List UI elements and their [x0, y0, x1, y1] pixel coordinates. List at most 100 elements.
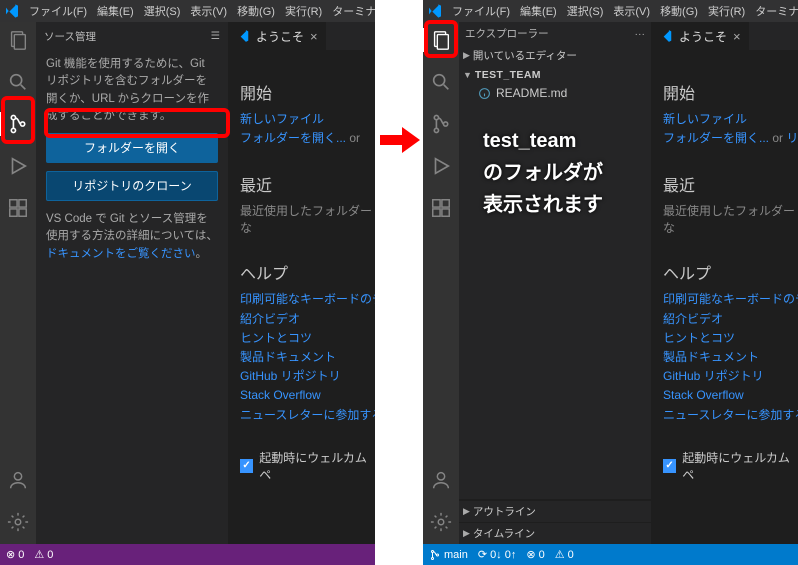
status-errors[interactable]: ⊗0: [6, 548, 24, 561]
docs-link[interactable]: ドキュメントをご覧ください: [46, 248, 196, 260]
menu-terminal[interactable]: ターミナル(T): [327, 3, 375, 19]
menu-edit[interactable]: 編集(E): [92, 3, 139, 19]
help-link[interactable]: ヒントとコツ: [663, 329, 798, 348]
close-icon[interactable]: ×: [310, 29, 318, 44]
menu-edit[interactable]: 編集(E): [515, 3, 562, 19]
left-pane: ファイル(F) 編集(E) 選択(S) 表示(V) 移動(G) 実行(R) ター…: [0, 0, 375, 565]
more-icon[interactable]: ···: [635, 28, 646, 40]
welcome-checkbox[interactable]: ✓ 起動時にウェルカム ペ: [240, 449, 375, 483]
menu-selection[interactable]: 選択(S): [139, 3, 186, 19]
new-file-link[interactable]: 新しいファイル: [240, 110, 375, 129]
menu-file[interactable]: ファイル(F): [24, 3, 92, 19]
outline-section[interactable]: ▶ アウトライン: [459, 500, 651, 522]
open-folder-link[interactable]: フォルダーを開く... or: [240, 129, 375, 148]
help-link[interactable]: 製品ドキュメント: [663, 348, 798, 367]
source-control-icon[interactable]: [429, 112, 453, 136]
menu-run[interactable]: 実行(R): [703, 3, 750, 19]
debug-icon[interactable]: [6, 154, 30, 178]
menu-file[interactable]: ファイル(F): [447, 3, 515, 19]
vscode-icon: [236, 29, 250, 43]
welcome-tab[interactable]: ようこそ ×: [651, 22, 749, 50]
tab-bar: ようこそ ×: [228, 22, 375, 50]
menubar: ファイル(F) 編集(E) 選択(S) 表示(V) 移動(G) 実行(R) ター…: [0, 0, 375, 22]
status-sync[interactable]: ⟳ 0↓ 0↑: [478, 548, 517, 561]
help-link[interactable]: GitHub リポジトリ: [663, 367, 798, 386]
status-branch[interactable]: main: [429, 549, 468, 561]
welcome-checkbox[interactable]: ✓ 起動時にウェルカム ペ: [663, 449, 798, 483]
activitybar: [0, 22, 36, 544]
help-link[interactable]: GitHub リポジトリ: [240, 367, 375, 386]
check-icon: ✓: [663, 459, 676, 473]
open-folder-button[interactable]: フォルダーを開く: [46, 133, 218, 163]
search-icon[interactable]: [6, 70, 30, 94]
sidebar: エクスプローラー ··· ▶ 開いているエディター ▼ TEST_TEAM RE…: [459, 22, 651, 544]
recent-none: 最近使用したフォルダーな: [663, 204, 795, 235]
help-heading: ヘルプ: [240, 260, 375, 284]
status-warnings[interactable]: ⚠0: [34, 548, 53, 561]
statusbar: ⊗0 ⚠0: [0, 544, 375, 565]
scm-note: VS Code で Git とソース管理を使用する方法の詳細については、ドキュメ…: [46, 211, 218, 263]
status-warnings[interactable]: ⚠0: [555, 548, 574, 561]
help-link[interactable]: 印刷可能なキーボードのチ: [240, 290, 375, 309]
annotation: test_team のフォルダが 表示されます: [483, 125, 603, 221]
extensions-icon[interactable]: [6, 196, 30, 220]
help-link[interactable]: Stack Overflow: [663, 386, 798, 405]
settings-icon[interactable]: [6, 510, 30, 534]
vscode-icon: [427, 3, 443, 19]
accounts-icon[interactable]: [429, 468, 453, 492]
open-folder-link[interactable]: フォルダーを開く... or リポジ: [663, 129, 798, 148]
chevron-right-icon: ▶: [463, 50, 470, 61]
help-heading: ヘルプ: [663, 260, 798, 284]
settings-icon[interactable]: [429, 510, 453, 534]
explorer-icon[interactable]: [6, 28, 30, 52]
menu-view[interactable]: 表示(V): [608, 3, 655, 19]
chevron-down-icon: ▼: [463, 70, 472, 80]
source-control-icon[interactable]: [6, 112, 30, 136]
folder-section[interactable]: ▼ TEST_TEAM: [459, 66, 651, 84]
extensions-icon[interactable]: [429, 196, 453, 220]
help-link[interactable]: ニュースレターに参加する: [663, 406, 798, 425]
chevron-right-icon: ▶: [463, 506, 470, 517]
clone-repo-button[interactable]: リポジトリのクローン: [46, 171, 218, 201]
close-icon[interactable]: ×: [733, 29, 741, 44]
file-item[interactable]: README.md: [459, 84, 651, 102]
menu-go[interactable]: 移動(G): [655, 3, 703, 19]
welcome-tab[interactable]: ようこそ ×: [228, 22, 326, 50]
status-errors[interactable]: ⊗0: [526, 548, 544, 561]
menu-go[interactable]: 移動(G): [232, 3, 280, 19]
menu-selection[interactable]: 選択(S): [562, 3, 609, 19]
open-editors-section[interactable]: ▶ 開いているエディター: [459, 45, 651, 66]
help-link[interactable]: 紹介ビデオ: [663, 310, 798, 329]
debug-icon[interactable]: [429, 154, 453, 178]
help-link[interactable]: Stack Overflow: [240, 386, 375, 405]
new-file-link[interactable]: 新しいファイル: [663, 110, 798, 129]
search-icon[interactable]: [429, 70, 453, 94]
help-link[interactable]: 製品ドキュメント: [240, 348, 375, 367]
help-link[interactable]: 紹介ビデオ: [240, 310, 375, 329]
info-file-icon: [477, 86, 491, 100]
chevron-right-icon: ▶: [463, 528, 470, 539]
menu-terminal[interactable]: ターミナル(T): [750, 3, 798, 19]
start-heading: 開始: [663, 80, 798, 104]
tab-bar: ようこそ ×: [651, 22, 798, 50]
menu-run[interactable]: 実行(R): [280, 3, 327, 19]
sidebar-title: ソース管理: [44, 29, 96, 44]
tab-label: ようこそ: [679, 28, 727, 45]
help-link[interactable]: ニュースレターに参加する: [240, 406, 375, 425]
arrow-icon: [380, 120, 420, 160]
view-list-icon[interactable]: ☰: [211, 30, 220, 42]
check-icon: ✓: [240, 459, 253, 473]
welcome-view: 開始 新しいファイル フォルダーを開く... or リポジ 最近 最近使用したフ…: [651, 50, 798, 483]
activitybar: [423, 22, 459, 544]
accounts-icon[interactable]: [6, 468, 30, 492]
timeline-section[interactable]: ▶ タイムライン: [459, 522, 651, 544]
help-link[interactable]: 印刷可能なキーボードのチ: [663, 290, 798, 309]
recent-heading: 最近: [240, 172, 375, 196]
menu-view[interactable]: 表示(V): [185, 3, 232, 19]
recent-heading: 最近: [663, 172, 798, 196]
right-pane: ファイル(F) 編集(E) 選択(S) 表示(V) 移動(G) 実行(R) ター…: [423, 0, 798, 565]
editor-area: ようこそ × 開始 新しいファイル フォルダーを開く... or 最近 最近使用…: [228, 22, 375, 544]
help-link[interactable]: ヒントとコツ: [240, 329, 375, 348]
scm-info-text: Git 機能を使用するために、Git リポジトリを含むフォルダーを開くか、URL…: [46, 56, 218, 125]
explorer-icon[interactable]: [429, 28, 453, 52]
